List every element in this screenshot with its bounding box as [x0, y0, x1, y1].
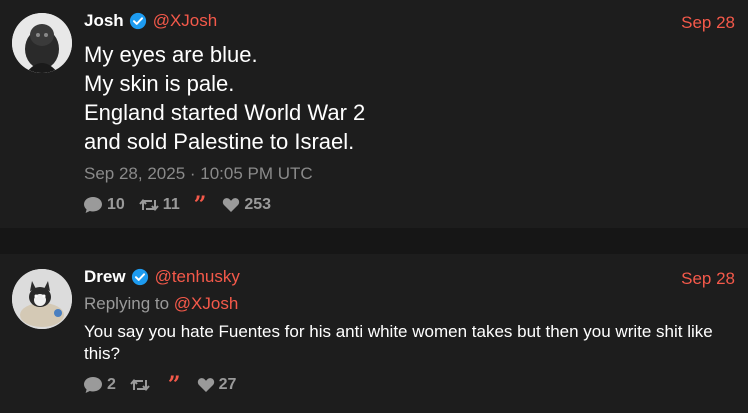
avatar[interactable]: [12, 13, 72, 73]
post-josh: Josh @XJosh Sep 28 My eyes are blue. My …: [0, 0, 748, 228]
repost-button[interactable]: [130, 377, 154, 393]
like-count: 253: [244, 196, 272, 213]
verified-badge-icon: [129, 12, 146, 30]
reply-button[interactable]: 10: [83, 196, 125, 214]
post-actions: 10 11 ” 253: [83, 194, 285, 216]
repost-count: 11: [162, 196, 180, 213]
heart-icon: [223, 198, 240, 212]
post-text: My eyes are blue. My skin is pale. Engla…: [84, 40, 365, 156]
reply-count: 2: [107, 376, 116, 393]
replying-to: Replying to @XJosh: [84, 294, 238, 314]
comment-icon: [84, 377, 102, 393]
reply-count: 10: [107, 196, 125, 213]
post-header: Josh @XJosh: [84, 11, 217, 31]
repost-button[interactable]: 11: [139, 196, 180, 214]
post-header: Drew @tenhusky: [84, 267, 240, 287]
post-text-line: My skin is pale.: [84, 71, 235, 96]
like-button[interactable]: 253: [222, 196, 271, 214]
post-text-line: My eyes are blue.: [84, 42, 258, 67]
post-timestamp[interactable]: Sep 28, 2025 · 10:05 PM UTC: [84, 164, 313, 184]
post-drew: Drew @tenhusky Sep 28 Replying to @XJosh…: [0, 254, 748, 413]
post-date[interactable]: Sep 28: [681, 269, 735, 289]
replying-prefix: Replying to: [84, 294, 170, 313]
quote-icon[interactable]: ”: [168, 374, 181, 396]
quote-icon[interactable]: ”: [194, 194, 207, 216]
post-text-line: England started World War 2: [84, 100, 366, 125]
verified-badge-icon: [131, 268, 148, 286]
author-handle[interactable]: @tenhusky: [155, 267, 240, 287]
post-date[interactable]: Sep 28: [681, 13, 735, 33]
post-text-line: and sold Palestine to Israel.: [84, 129, 355, 154]
avatar[interactable]: [12, 269, 72, 329]
like-count: 27: [218, 376, 237, 393]
author-name[interactable]: Josh: [84, 11, 124, 31]
post-text: You say you hate Fuentes for his anti wh…: [84, 322, 713, 363]
comment-icon: [84, 197, 102, 213]
like-button[interactable]: 27: [197, 376, 237, 394]
author-handle[interactable]: @XJosh: [153, 11, 218, 31]
replying-to-handle[interactable]: @XJosh: [174, 294, 239, 313]
heart-icon: [197, 378, 214, 392]
post-actions: 2 ” 27: [83, 374, 250, 396]
repost-icon: [139, 198, 159, 212]
author-name[interactable]: Drew: [84, 267, 126, 287]
reply-button[interactable]: 2: [83, 376, 116, 394]
repost-icon: [130, 378, 150, 392]
